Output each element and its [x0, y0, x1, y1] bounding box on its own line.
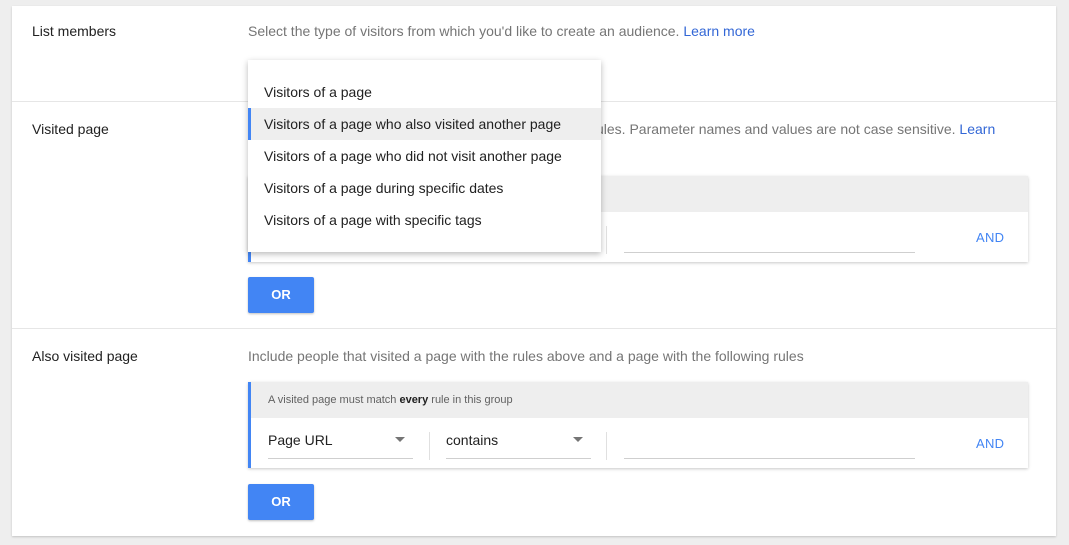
- field-separator: [606, 226, 607, 254]
- rule-value-input[interactable]: [624, 222, 915, 253]
- or-button[interactable]: OR: [248, 277, 314, 313]
- chevron-down-icon: [573, 437, 583, 442]
- visited-page-label: Visited page: [32, 121, 109, 137]
- dropdown-option-selected[interactable]: Visitors of a page who also visited anot…: [248, 108, 601, 140]
- page-url-select[interactable]: Page URL: [268, 428, 413, 459]
- learn-more-link[interactable]: Learn more: [683, 23, 755, 39]
- visited-page-help: ules. Parameter names and values are not…: [596, 121, 995, 137]
- also-visited-rule-group: A visited page must match every rule in …: [248, 382, 1028, 468]
- and-button[interactable]: AND: [976, 230, 1004, 245]
- dropdown-option[interactable]: Visitors of a page who did not visit ano…: [248, 140, 601, 172]
- dropdown-option[interactable]: Visitors of a page with specific tags: [248, 204, 601, 236]
- or-button[interactable]: OR: [248, 484, 314, 520]
- field-separator: [606, 432, 607, 460]
- visitor-type-dropdown[interactable]: Visitors of a page Visitors of a page wh…: [248, 60, 601, 252]
- and-button[interactable]: AND: [976, 436, 1004, 451]
- rule-group-header: A visited page must match every rule in …: [251, 382, 1028, 418]
- operator-select-value: contains: [446, 432, 499, 448]
- visited-page-learn-link[interactable]: Learn: [959, 121, 995, 137]
- group-header-prefix: A visited page must match: [268, 394, 400, 406]
- list-members-help: Select the type of visitors from which y…: [248, 23, 755, 39]
- section-divider: [12, 328, 1056, 329]
- group-header-bold: every: [399, 394, 429, 406]
- list-members-label: List members: [32, 23, 117, 39]
- dropdown-option[interactable]: Visitors of a page during specific dates: [248, 172, 601, 204]
- also-visited-page-help: Include people that visited a page with …: [248, 348, 804, 364]
- group-header-suffix: rule in this group: [428, 394, 513, 406]
- dropdown-option[interactable]: Visitors of a page: [248, 76, 601, 108]
- dropdown-options: Visitors of a page Visitors of a page wh…: [248, 60, 601, 236]
- also-visited-page-label: Also visited page: [32, 348, 138, 364]
- list-members-help-text: Select the type of visitors from which y…: [248, 23, 680, 39]
- chevron-down-icon: [395, 437, 405, 442]
- page-url-select-value: Page URL: [268, 432, 333, 448]
- audience-form-card: List members Select the type of visitors…: [12, 6, 1056, 536]
- operator-select[interactable]: contains: [446, 428, 591, 459]
- visited-page-help-text: ules. Parameter names and values are not…: [596, 121, 956, 137]
- rule-value-input[interactable]: [624, 428, 915, 459]
- field-separator: [429, 432, 430, 460]
